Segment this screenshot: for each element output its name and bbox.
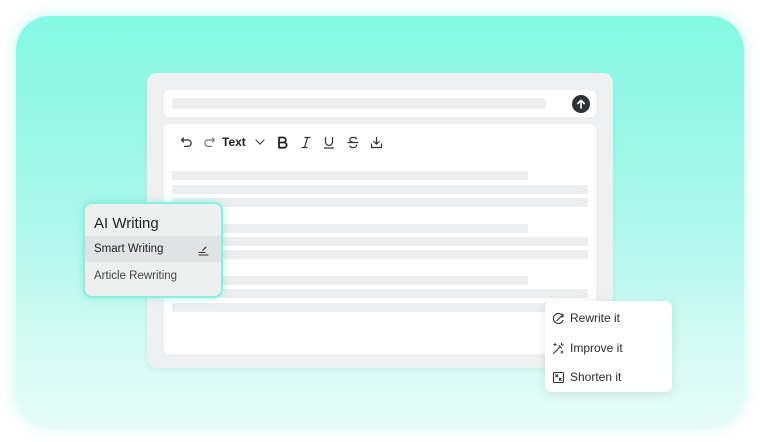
underline-button[interactable] [322, 136, 336, 149]
rewrite-context-menu: Rewrite it Improve it Shorten it [545, 301, 672, 392]
strikethrough-button[interactable] [346, 136, 360, 149]
ai-item-smart-writing[interactable]: Smart Writing [85, 236, 221, 262]
download-icon [371, 136, 383, 148]
send-button[interactable] [572, 95, 590, 113]
text-placeholder-line [172, 237, 588, 246]
download-button[interactable] [370, 136, 384, 149]
arrow-up-icon [577, 99, 585, 109]
prompt-bar[interactable] [164, 90, 596, 117]
text-placeholder-line [172, 289, 588, 298]
chevron-down-icon[interactable] [254, 139, 266, 145]
menu-item-label: Improve it [570, 341, 623, 355]
underline-icon [323, 136, 334, 149]
italic-button[interactable] [300, 136, 312, 149]
ai-item-article-rewriting[interactable]: Article Rewriting [94, 270, 177, 282]
menu-item-label: Rewrite it [570, 311, 621, 325]
text-style-dropdown[interactable]: Text [222, 135, 246, 149]
prompt-input-placeholder[interactable] [172, 98, 546, 109]
magic-wand-icon [552, 341, 565, 354]
editor-content[interactable]: Text [164, 124, 596, 354]
text-placeholder-line [172, 198, 588, 207]
bold-icon [278, 136, 288, 149]
text-placeholder-line [172, 276, 528, 285]
pen-lines-icon [198, 243, 209, 261]
ai-item-label: Smart Writing [94, 243, 164, 255]
text-placeholder-line [172, 303, 588, 312]
strikethrough-icon [347, 136, 359, 148]
text-placeholder-line [172, 185, 588, 194]
ai-writing-panel: AI Writing Smart Writing Article Rewriti… [83, 202, 223, 298]
rewrite-icon [552, 312, 564, 324]
menu-item-improve[interactable]: Improve it [552, 339, 623, 357]
shorten-icon [552, 371, 565, 383]
undo-button[interactable] [178, 136, 194, 148]
menu-item-label: Shorten it [570, 370, 622, 384]
format-toolbar: Text [178, 133, 384, 151]
text-placeholder-line [172, 250, 588, 259]
redo-icon [203, 137, 215, 147]
bold-button[interactable] [276, 136, 290, 149]
text-placeholder-line [172, 171, 528, 180]
menu-item-shorten[interactable]: Shorten it [552, 368, 621, 386]
ai-panel-title: AI Writing [94, 215, 159, 232]
menu-item-rewrite[interactable]: Rewrite it [552, 309, 620, 327]
undo-icon [180, 137, 192, 148]
italic-icon [301, 136, 311, 148]
redo-button[interactable] [200, 136, 218, 148]
text-placeholder-line [172, 224, 528, 233]
